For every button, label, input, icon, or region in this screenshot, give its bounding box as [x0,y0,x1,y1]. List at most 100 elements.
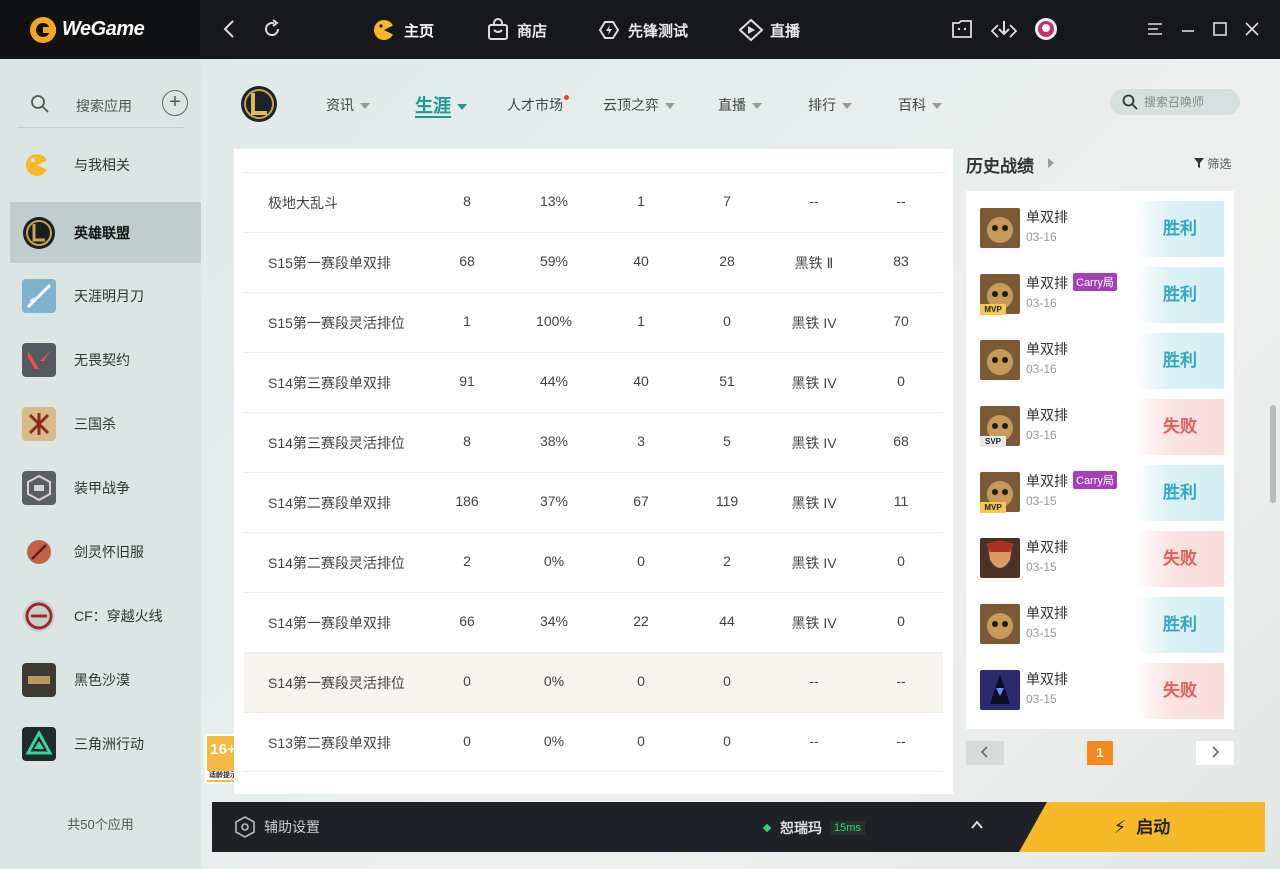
match-result: 失败 [1136,663,1224,719]
prev-page-button[interactable] [966,741,1004,765]
subnav-news[interactable]: 资讯 [326,95,370,115]
subnav-wiki[interactable]: 百科 [898,95,942,115]
match-item[interactable]: 单双排 03-15 胜利 [966,587,1234,653]
rank-cell: 黑铁 IV [791,615,837,631]
points-cell: -- [896,733,906,749]
chevron-down-icon [360,103,370,110]
table-row[interactable]: S13第二赛段单双排 0 0% 0 0 -- -- [244,712,943,772]
match-result: 胜利 [1136,465,1224,521]
sidebar-item-sanguosha[interactable]: 三国杀 [10,393,201,454]
sidebar-item-valorant[interactable]: 无畏契约 [10,329,201,390]
close-icon[interactable] [1241,18,1263,40]
sidebar-item-tianya[interactable]: 天涯明月刀 [10,265,201,326]
maximize-icon[interactable] [1209,18,1231,40]
svp-badge: SVP [980,436,1006,447]
table-row[interactable]: S15第一赛段灵活排位 1 100% 1 0 黑铁 IV 70 [244,292,943,352]
match-date: 03-16 [1026,428,1057,442]
bag-icon [488,18,508,40]
nav-pioneer-test[interactable]: 先锋测试 [596,14,688,46]
subnav-tft[interactable]: 云顶之弈 [603,95,675,115]
sidebar-item-armored-warfare[interactable]: 装甲战争 [10,457,201,518]
sidebar-item-crossfire[interactable]: CF：穿越火线 [10,585,201,646]
losses-cell: 51 [719,373,735,389]
match-item[interactable]: MVP 单双排 Carry局 03-16 胜利 [966,257,1234,323]
minimize-icon[interactable] [1177,18,1199,40]
lightning-icon: ⚡ [1113,817,1127,837]
assist-settings-button[interactable]: 辅助设置 [234,816,320,838]
match-queue: 单双排 [1026,407,1068,423]
match-item[interactable]: 单双排 03-15 失败 [966,521,1234,587]
lol-logo-icon[interactable] [240,83,278,125]
match-item[interactable]: SVP 单双排 03-16 失败 [966,389,1234,455]
wegame-logo[interactable]: WeGame [0,0,200,59]
subnav-talent-market[interactable]: 人才市场 [507,95,569,115]
games-cell: 68 [459,253,475,269]
table-row[interactable]: S15第一赛段单双排 68 59% 40 28 黑铁 Ⅱ 83 [244,232,943,292]
points-cell: 83 [893,253,909,269]
table-row[interactable]: 极地大乱斗 8 13% 1 7 -- -- [244,172,943,232]
sidebar-item-blade-soul[interactable]: 剑灵怀旧服 [10,521,201,582]
subnav-live[interactable]: 直播 [718,95,762,115]
match-date: 03-16 [1026,296,1057,310]
sidebar-item-related[interactable]: 与我相关 [10,134,201,195]
nav-store[interactable]: 商店 [485,14,547,46]
black-desert-app-icon [22,662,56,697]
nav-home[interactable]: 主页 [372,14,434,46]
table-row[interactable]: S14第三赛段单双排 91 44% 40 51 黑铁 IV 0 [244,352,943,412]
page-number[interactable]: 1 [1087,741,1113,765]
chevron-down-icon [665,103,675,110]
back-icon[interactable] [218,17,242,41]
launch-button[interactable]: ⚡ 启动 [1019,802,1265,852]
match-result: 胜利 [1136,597,1224,653]
server-selector[interactable]: 恕瑞玛 15ms [762,818,865,838]
sidebar-item-lol[interactable]: 英雄联盟 [10,202,201,263]
nav-store-label: 商店 [517,22,548,40]
subnav-ranking[interactable]: 排行 [808,95,852,115]
match-item[interactable]: 单双排 03-16 胜利 [966,323,1234,389]
nav-live[interactable]: 直播 [738,14,800,46]
table-row[interactable]: S14第一赛段单双排 66 34% 22 44 黑铁 IV 0 [244,592,943,652]
app-search[interactable]: 搜索应用 + [28,89,193,119]
table-row[interactable]: S14第二赛段灵活排位 2 0% 0 2 黑铁 IV 0 [244,532,943,592]
mode-cell: S13第二赛段单双排 [268,735,391,751]
match-queue: 单双排 [1026,275,1068,291]
table-row[interactable]: S14第二赛段单双排 186 37% 67 119 黑铁 IV 11 [244,472,943,532]
table-row[interactable]: S14第三赛段灵活排位 8 38% 3 5 黑铁 IV 68 [244,412,943,472]
sidebar-item-black-desert[interactable]: 黑色沙漠 [10,649,201,710]
match-item[interactable]: MVP 单双排 Carry局 03-15 胜利 [966,455,1234,521]
nav-live-label: 直播 [770,22,801,40]
history-title[interactable]: 历史战绩 [966,152,1034,177]
winrate-cell: 0% [543,553,565,569]
history-filter-button[interactable]: 筛选 [1194,155,1231,172]
sidebar-item-delta-force[interactable]: 三角洲行动 [10,713,201,774]
subnav-live-label: 直播 [718,97,746,113]
wins-cell: 1 [637,313,645,329]
match-item[interactable]: 单双排 03-15 失败 [966,653,1234,719]
match-queue: 单双排 [1026,605,1068,621]
match-queue: 单双排 [1026,209,1068,225]
add-app-button[interactable]: + [162,90,188,116]
match-date: 03-15 [1026,560,1057,574]
summoner-search-input[interactable]: 搜索召唤师 [1110,89,1240,115]
games-cell: 8 [463,193,471,209]
next-page-button[interactable] [1196,741,1234,765]
expand-up-icon[interactable] [970,818,984,837]
match-item[interactable]: 单双排 03-16 胜利 [966,191,1234,257]
match-result: 失败 [1136,531,1224,587]
page-scrollbar[interactable] [1270,405,1276,503]
mode-cell: S14第一赛段灵活排位 [268,675,405,691]
losses-cell: 119 [715,493,739,509]
subnav-career[interactable]: 生涯 [415,92,467,118]
download-icon[interactable] [990,17,1018,41]
table-row[interactable]: S14第一赛段灵活排位 0 0% 0 0 -- -- [244,652,943,712]
match-queue: 单双排 [1026,671,1068,687]
rank-cell: -- [809,673,819,689]
refresh-icon[interactable] [260,17,284,41]
games-cell: 66 [459,613,475,629]
user-avatar[interactable] [1034,17,1058,41]
inbox-icon[interactable] [950,17,974,41]
menu-icon[interactable] [1144,18,1166,40]
chevron-right-icon[interactable] [1048,158,1054,168]
sidebar-item-label: 与我相关 [74,156,130,173]
mode-cell: S15第一赛段灵活排位 [268,315,405,331]
